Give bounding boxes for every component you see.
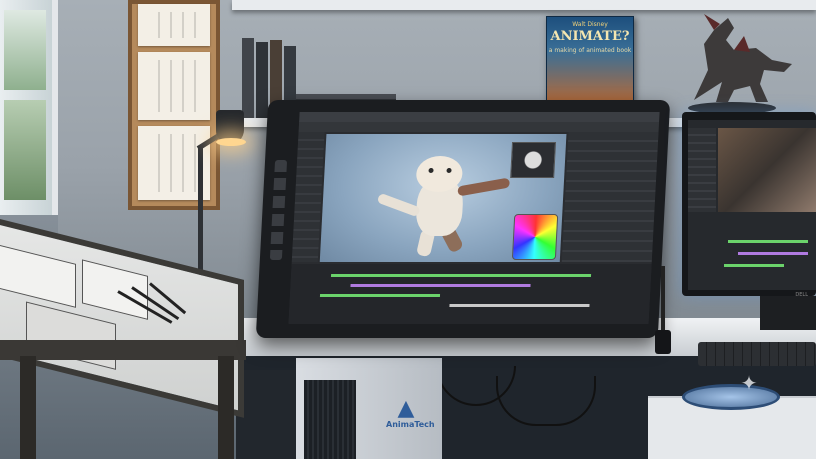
- tower-logo-icon: ▲: [397, 396, 415, 421]
- desk-lamp-light: [216, 138, 246, 146]
- outliner-panel: [291, 132, 325, 262]
- timeline-track: [724, 264, 784, 267]
- table-leg: [218, 356, 234, 459]
- character-sketch: [138, 52, 210, 120]
- window-pane-upper: [4, 10, 46, 90]
- window: [0, 0, 58, 215]
- dragon-figurine: [688, 14, 792, 114]
- secondary-monitor: DELL: [682, 112, 816, 298]
- storyboard-panel: [0, 243, 76, 308]
- timeline-track: [728, 240, 808, 243]
- tool-bar: [298, 122, 660, 132]
- timeline-track: [738, 252, 808, 255]
- character-arm: [457, 177, 511, 197]
- tower-brand: AnimaTech: [386, 420, 435, 429]
- animation-book: Walt Disney ANIMATE? a making of animate…: [546, 16, 634, 102]
- timeline-track: [330, 274, 592, 277]
- sparkle-icon: ✦: [740, 371, 758, 395]
- pen-holder: [655, 330, 671, 354]
- menu-bar: [299, 112, 660, 122]
- pen-display-buttons: [269, 160, 288, 260]
- cable: [496, 376, 596, 426]
- 3d-viewport: [319, 134, 567, 262]
- desk-lamp-pole: [198, 146, 203, 286]
- cork-board: [128, 0, 220, 210]
- pen-display: [255, 100, 671, 338]
- monitor-panel: [688, 128, 716, 212]
- book-subtitle: a making of animated book: [548, 47, 632, 54]
- attribute-panel: [561, 132, 659, 262]
- render-preview: [718, 128, 816, 212]
- character-sketch: [138, 4, 210, 46]
- character-arm: [376, 192, 421, 218]
- desk-dish: [682, 384, 780, 410]
- timeline-track: [449, 304, 590, 307]
- book-publisher: Walt Disney: [572, 21, 608, 28]
- timeline-track: [319, 294, 441, 297]
- upper-shelf: [232, 0, 816, 10]
- pc-tower-dark: [236, 370, 302, 459]
- timeline: [288, 264, 652, 324]
- book-spine: [256, 42, 268, 118]
- monitor-stand: [760, 296, 816, 330]
- book-spine: [242, 38, 254, 118]
- book-title: ANIMATE?: [550, 29, 630, 44]
- color-wheel: [511, 214, 559, 260]
- tower-logo: ▲ AnimaTech: [386, 396, 435, 430]
- studio-scene: Walt Disney ANIMATE? a making of animate…: [0, 0, 816, 459]
- window-pane-lower: [4, 100, 46, 200]
- material-preview: [510, 142, 557, 178]
- monitor-screen: [688, 120, 816, 290]
- table-leg: [20, 356, 36, 459]
- timeline-track: [350, 284, 531, 287]
- drawing-table-edge: [0, 340, 246, 360]
- animation-software-screen: [288, 112, 660, 324]
- pc-tower-vents: [304, 380, 356, 459]
- keyboard: [698, 342, 816, 366]
- stylus-pen: [661, 266, 665, 334]
